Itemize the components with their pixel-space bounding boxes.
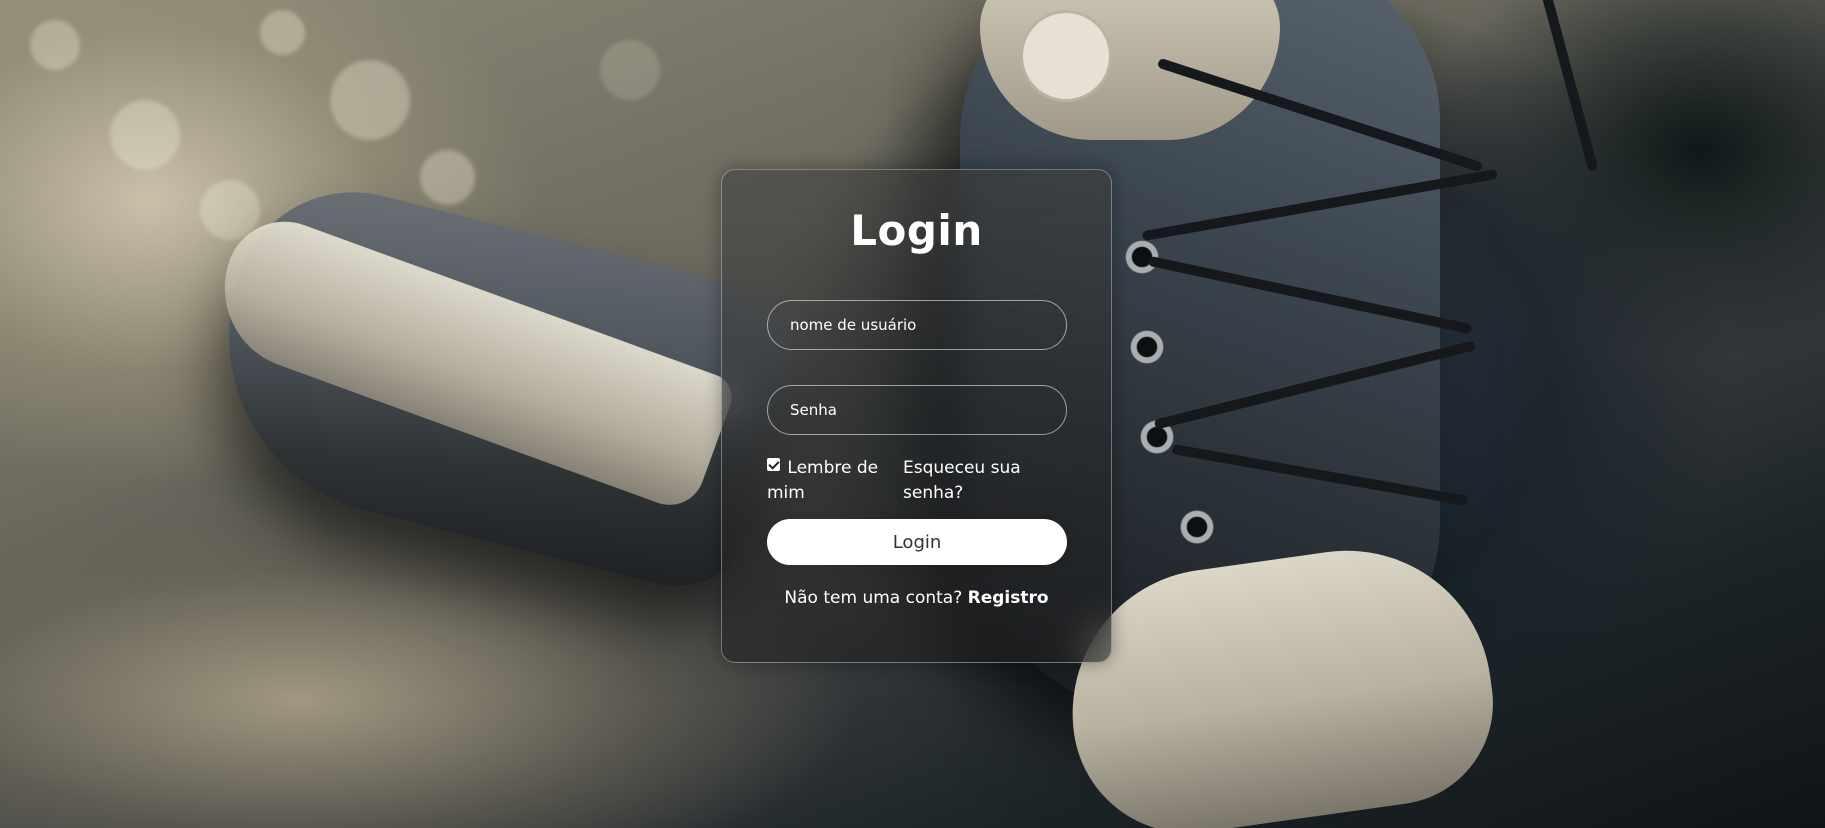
star-patch-logo [1020, 10, 1112, 102]
forgot-password-link[interactable]: Esqueceu sua senha? [903, 456, 1043, 506]
login-title: Login [850, 206, 983, 255]
bokeh-light [330, 60, 410, 140]
bokeh-light [110, 100, 180, 170]
register-row: Não tem uma conta? Registro [722, 588, 1111, 608]
eyelet [1180, 510, 1214, 544]
password-input[interactable] [767, 385, 1067, 435]
remember-me-control[interactable]: Lembre de mim [767, 456, 887, 506]
login-card: Login Lembre de mim Esqueceu sua senha? … [721, 169, 1112, 663]
username-input[interactable] [767, 300, 1067, 350]
bokeh-light [260, 10, 305, 55]
remember-me-label: Lembre de mim [767, 458, 879, 503]
bokeh-light [600, 40, 660, 100]
bokeh-light [420, 150, 475, 205]
register-link[interactable]: Registro [968, 588, 1049, 608]
checkbox-checked-icon[interactable] [767, 458, 780, 471]
bokeh-light [30, 20, 80, 70]
login-button[interactable]: Login [767, 519, 1067, 565]
eyelet [1130, 330, 1164, 364]
register-prompt: Não tem uma conta? [784, 588, 963, 608]
shoelace [1521, 0, 1599, 172]
